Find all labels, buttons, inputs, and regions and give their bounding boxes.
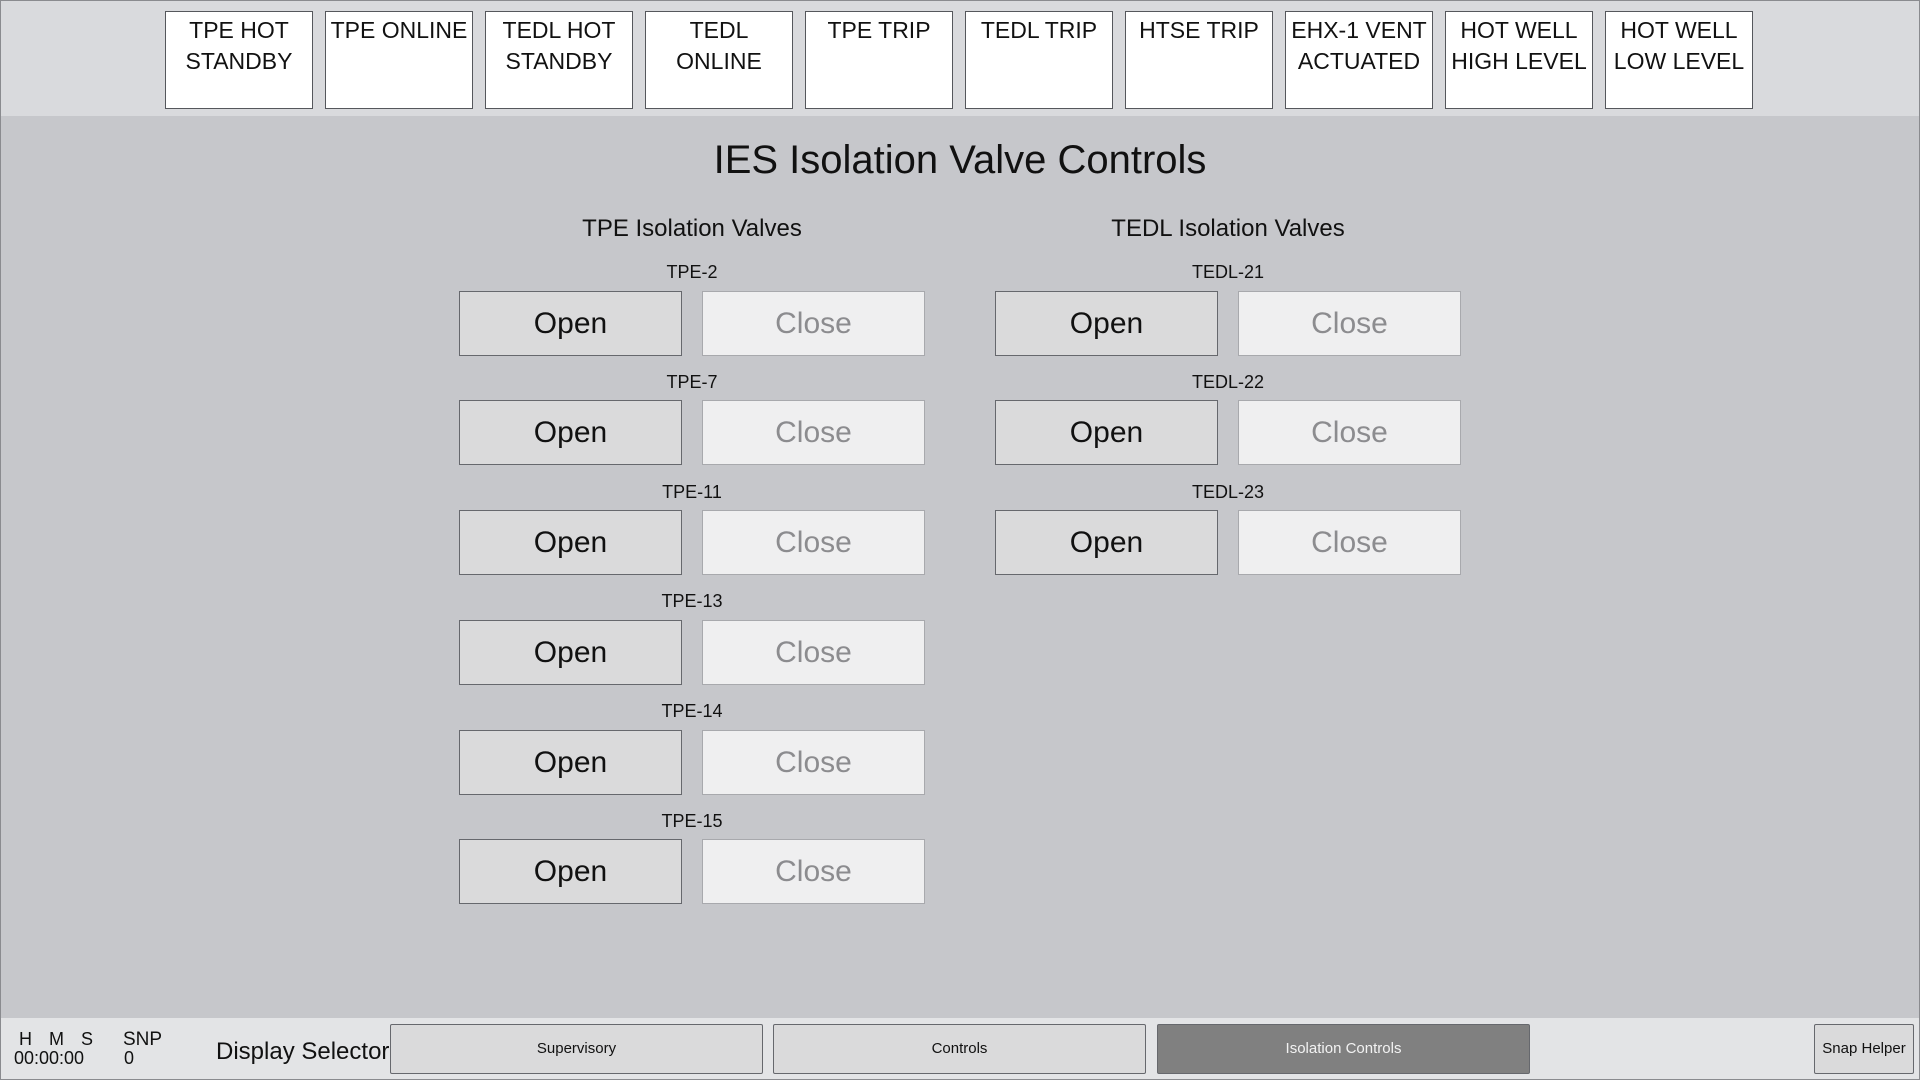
time-readout: 00:00:00 [14,1048,85,1068]
nav-isolation-controls-button[interactable]: Isolation Controls [1157,1024,1530,1074]
tedl-22-close-button[interactable]: Close [1238,400,1461,465]
tpe-15-open-button[interactable]: Open [459,839,682,904]
valve-label-tpe-7: TPE-7 [666,372,718,392]
valve-label-tpe-11: TPE-11 [662,482,722,502]
annunciator-tpe-hot-standby: TPE HOT STANDBY [165,11,313,109]
valve-label-tpe-2: TPE-2 [666,262,718,282]
display-selector-label: Display Selector [216,1038,390,1065]
valve-label-tpe-15: TPE-15 [661,811,723,831]
valve-label-tedl-22: TEDL-22 [1191,372,1265,392]
tpe-2-open-button[interactable]: Open [459,291,682,356]
tpe-15-close-button[interactable]: Close [702,839,925,904]
annunciator-tedl-trip: TEDL TRIP [965,11,1113,109]
tpe-7-open-button[interactable]: Open [459,400,682,465]
tpe-7-close-button[interactable]: Close [702,400,925,465]
valve-label-tedl-21: TEDL-21 [1191,262,1265,282]
tedl-22-open-button[interactable]: Open [995,400,1218,465]
snap-helper-button[interactable]: Snap Helper [1814,1024,1914,1074]
tpe-11-open-button[interactable]: Open [459,510,682,575]
annunciator-htse-trip: HTSE TRIP [1125,11,1273,109]
tpe-2-close-button[interactable]: Close [702,291,925,356]
annunciator-ehx1-vent-actuated: EHX-1 VENT ACTUATED [1285,11,1433,109]
annunciator-hot-well-high-level: HOT WELL HIGH LEVEL [1445,11,1593,109]
tpe-13-open-button[interactable]: Open [459,620,682,685]
valve-label-tpe-13: TPE-13 [661,591,723,611]
snapshot-value: 0 [124,1048,135,1068]
annunciator-tpe-online: TPE ONLINE [325,11,473,109]
tpe-13-close-button[interactable]: Close [702,620,925,685]
tedl-column-title: TEDL Isolation Valves [1111,215,1345,242]
annunciator-tpe-trip: TPE TRIP [805,11,953,109]
valve-label-tedl-23: TEDL-23 [1191,482,1265,502]
tedl-21-open-button[interactable]: Open [995,291,1218,356]
nav-supervisory-button[interactable]: Supervisory [390,1024,763,1074]
tpe-14-open-button[interactable]: Open [459,730,682,795]
annunciator-hot-well-low-level: HOT WELL LOW LEVEL [1605,11,1753,109]
tedl-21-close-button[interactable]: Close [1238,291,1461,356]
tedl-23-open-button[interactable]: Open [995,510,1218,575]
tpe-11-close-button[interactable]: Close [702,510,925,575]
tedl-23-close-button[interactable]: Close [1238,510,1461,575]
annunciator-tedl-hot-standby: TEDL HOT STANDBY [485,11,633,109]
time-header: H M S [19,1029,100,1049]
valve-label-tpe-14: TPE-14 [661,701,723,721]
page-title: IES Isolation Valve Controls [713,138,1207,182]
tpe-column-title: TPE Isolation Valves [582,215,802,242]
annunciator-tedl-online: TEDL ONLINE [645,11,793,109]
annunciator-panel: TPE HOT STANDBY TPE ONLINE TEDL HOT STAN… [0,0,1920,116]
tpe-14-close-button[interactable]: Close [702,730,925,795]
nav-controls-button[interactable]: Controls [773,1024,1146,1074]
